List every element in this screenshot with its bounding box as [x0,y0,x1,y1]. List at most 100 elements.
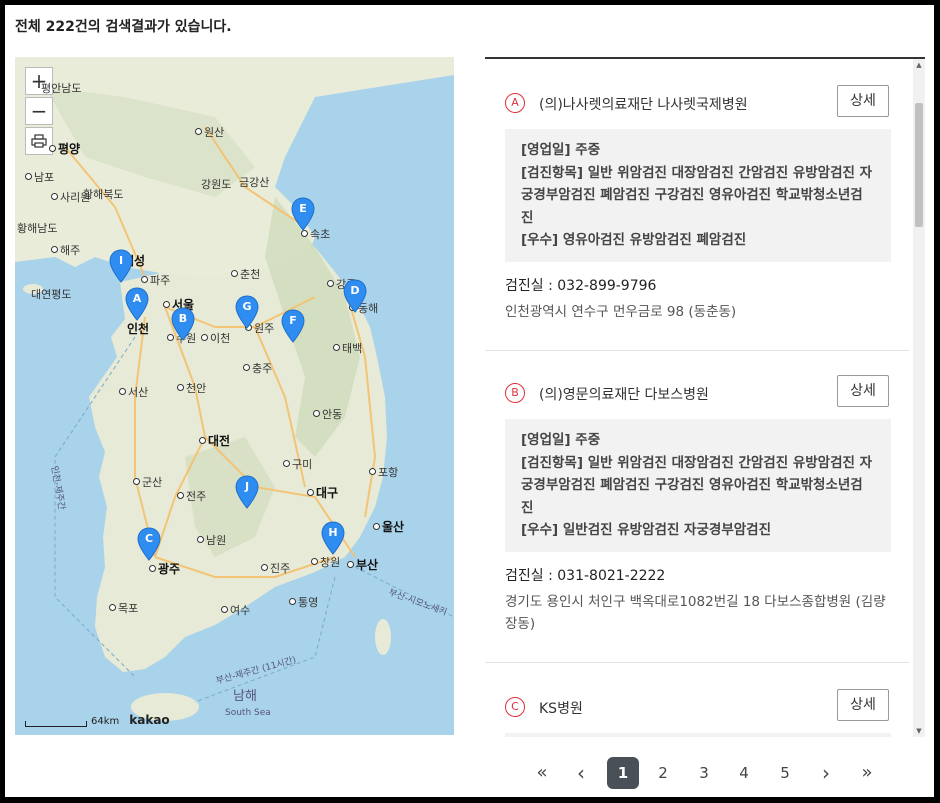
map-marker-e[interactable]: E [291,197,315,231]
city-label: 군산 [133,477,162,489]
page-button-4[interactable]: 4 [728,757,760,789]
city-label: 황해북도 [83,189,123,201]
scroll-thumb[interactable] [915,103,923,227]
scroll-up-arrow-icon[interactable]: ▲ [913,59,925,71]
sea-label-south-en: South Sea [225,708,271,718]
city-label: 포항 [369,467,398,479]
hospital-name[interactable]: (의)영문의료재단 다보스병원 [539,384,709,404]
pagination: « ‹ 1 2 3 4 5 › » [5,757,934,789]
city-label: 여수 [221,605,250,617]
city-name: 서산 [128,386,149,399]
next-page-button[interactable]: › [810,757,842,789]
city-name: 인천 [127,322,150,336]
scrollbar[interactable]: ▲ ▼ [913,59,925,737]
marker-label: H [328,526,338,539]
city-label: 강원도 [201,179,231,191]
city-dot-icon [199,437,206,444]
city-name: 금강산 [239,176,270,189]
map-marker-a[interactable]: A [125,287,149,321]
city-name: 구미 [292,458,313,471]
city-label: 남원 [197,535,226,547]
city-label: 남포 [25,172,54,184]
map-marker-i[interactable]: I [109,249,133,283]
map-marker-f[interactable]: F [281,309,305,343]
city-dot-icon [373,523,380,530]
detail-button[interactable]: 상세 [837,85,889,117]
city-name: 원산 [204,126,225,139]
city-label: 구미 [283,459,312,471]
city-name: 해주 [60,244,81,257]
city-label: 충주 [243,363,272,375]
page-button-5[interactable]: 5 [769,757,801,789]
city-name: 남원 [206,534,227,547]
info-line: [우수] 일반검진 유방암검진 자궁경부암검진 [521,522,771,538]
map-marker-h[interactable]: H [321,521,345,555]
city-label: 전주 [177,491,206,503]
city-name: 남포 [34,171,55,184]
map-marker-j[interactable]: J [235,475,259,509]
scroll-down-arrow-icon[interactable]: ▼ [913,725,925,737]
hospital-info-box: [영업일] 주중 [검진항목] 일반 위암검진 대장암검진 간암검진 유방암검진… [505,419,891,552]
first-page-button[interactable]: « [526,757,558,789]
map-marker-c[interactable]: C [137,527,161,561]
city-name: 포항 [378,466,399,479]
page-button-2[interactable]: 2 [647,757,679,789]
city-label: 이천 [201,333,230,345]
city-dot-icon [333,344,340,351]
map-marker-d[interactable]: D [343,279,367,313]
map-marker-b[interactable]: B [171,307,195,341]
last-page-button[interactable]: » [851,757,883,789]
map-marker-g[interactable]: G [235,295,259,329]
page-button-3[interactable]: 3 [688,757,720,789]
city-dot-icon [195,128,202,135]
marker-label: J [244,480,250,493]
city-label: 대구 [307,487,338,499]
city-dot-icon [133,478,140,485]
city-name: 태백 [342,342,363,355]
city-name: 평안남도 [41,82,82,95]
address: 경기도 용인시 처인구 백옥대로1082번길 18 다보스종합병원 (김량장동) [505,594,886,632]
map-view[interactable]: + − 평안남도 평양 남포 사리원 황해북도 황해남도 해주 원산 강원도 금강산 속초 개성 파주 춘… [15,57,454,735]
hospital-name[interactable]: KS병원 [539,698,583,718]
city-dot-icon [261,564,268,571]
detail-button[interactable]: 상세 [837,689,889,721]
info-line: [우수] 영유아검진 유방암검진 폐암검진 [521,232,747,248]
city-name: 광주 [158,562,181,576]
city-name: 대전 [208,434,231,448]
result-count-text: 전체 222건의 검색결과가 있습니다. [15,19,232,35]
map-base [15,57,454,721]
city-name: 파주 [150,274,171,287]
marker-label: C [144,532,154,545]
info-line: [영업일] 주중 [521,142,601,158]
prev-page-button[interactable]: ‹ [565,757,597,789]
hospital-info-box [505,733,891,737]
city-dot-icon [311,558,318,565]
page-button-1[interactable]: 1 [607,757,639,789]
city-label: 통영 [289,597,318,609]
sea-label-south: 남해 [233,689,257,704]
city-label: 광주 [149,563,180,575]
city-dot-icon [51,193,58,200]
marker-label: D [350,284,360,297]
city-dot-icon [25,173,32,180]
city-name: 창원 [320,556,341,569]
detail-button[interactable]: 상세 [837,375,889,407]
city-name: 목포 [118,602,139,615]
city-label: 울산 [373,521,404,533]
city-name: 충주 [252,362,273,375]
city-label: 안동 [313,409,342,421]
city-label: 대연평도 [31,289,71,301]
city-name: 강원도 [201,178,232,191]
city-dot-icon [149,565,156,572]
city-label: 황해남도 [17,223,57,235]
city-label: 태백 [333,343,362,355]
zoom-out-button[interactable]: − [25,97,53,125]
results-list[interactable]: A (의)나사렛의료재단 나사렛국제병원 상세 [영업일] 주중 [검진항목] … [485,57,925,737]
city-dot-icon [201,334,208,341]
city-label: 창원 [311,557,340,569]
hospital-name[interactable]: (의)나사렛의료재단 나사렛국제병원 [539,94,748,114]
city-dot-icon [231,270,238,277]
city-dot-icon [301,230,308,237]
city-dot-icon [177,492,184,499]
city-dot-icon [177,384,184,391]
